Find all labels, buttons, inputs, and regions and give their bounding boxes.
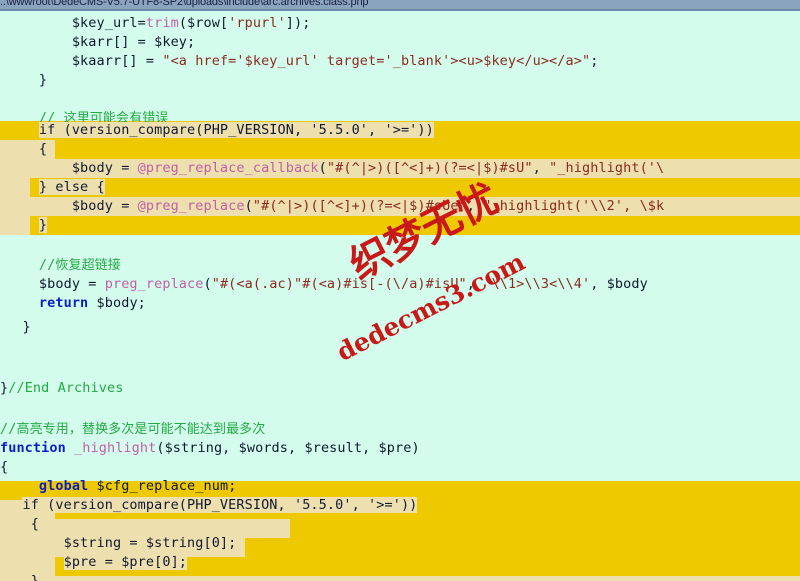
- window-titlebar[interactable]: ..\wwwroot\DedeCMS-V5.7-UTF8-SP2\uploads…: [0, 0, 800, 9]
- code-line[interactable]: $key_url=trim($row['rpurl']);: [6, 14, 800, 33]
- code-line-selected[interactable]: $body = @preg_replace_callback("#(^|>)([…: [6, 159, 800, 178]
- code-line[interactable]: {: [0, 458, 800, 477]
- code-line-selected[interactable]: }: [6, 572, 800, 581]
- code-line[interactable]: return $body;: [6, 294, 800, 313]
- code-line[interactable]: [6, 398, 800, 417]
- code-line-selected[interactable]: if (version_compare(PHP_VERSION, '5.5.0'…: [6, 121, 800, 140]
- code-line[interactable]: }: [6, 71, 800, 90]
- code-line-selected[interactable]: $string = $string[0];: [6, 534, 800, 553]
- code-line[interactable]: [6, 337, 800, 356]
- code-line-selected[interactable]: {: [6, 140, 800, 159]
- code-line[interactable]: [6, 356, 800, 375]
- editor-window: ..\wwwroot\DedeCMS-V5.7-UTF8-SP2\uploads…: [0, 0, 800, 581]
- code-line-selected[interactable]: $body = @preg_replace("#(^|>)([^<]+)(?=<…: [6, 197, 800, 216]
- code-line[interactable]: global $cfg_replace_num;: [6, 477, 800, 496]
- code-line[interactable]: }: [6, 318, 800, 337]
- code-line[interactable]: [6, 90, 800, 109]
- code-editor-surface[interactable]: $key_url=trim($row['rpurl']); $karr[] = …: [0, 11, 800, 581]
- code-line-selected[interactable]: {: [6, 515, 800, 534]
- code-line[interactable]: $kaarr[] = "<a href='$key_url' target='_…: [6, 52, 800, 71]
- code-line[interactable]: $karr[] = $key;: [6, 33, 800, 52]
- code-line-selected[interactable]: } else {: [6, 178, 800, 197]
- code-line-selected[interactable]: if (version_compare(PHP_VERSION, '5.5.0'…: [6, 496, 800, 515]
- code-line[interactable]: $body = preg_replace("#(<a(.ac)"#(<a)#is…: [6, 275, 800, 294]
- code-line-comment[interactable]: //高亮专用，替换多次是可能不能达到最多次: [0, 420, 800, 439]
- code-line-selected[interactable]: }: [6, 216, 800, 235]
- code-line[interactable]: [6, 235, 800, 254]
- code-line-selected[interactable]: $pre = $pre[0];: [6, 553, 800, 572]
- window-title-path: ..\wwwroot\DedeCMS-V5.7-UTF8-SP2\uploads…: [0, 0, 369, 8]
- code-line-function-def[interactable]: function _highlight($string, $words, $re…: [0, 439, 800, 458]
- code-line-comment[interactable]: //恢复超链接: [6, 256, 800, 275]
- code-line[interactable]: }//End Archives: [0, 379, 800, 398]
